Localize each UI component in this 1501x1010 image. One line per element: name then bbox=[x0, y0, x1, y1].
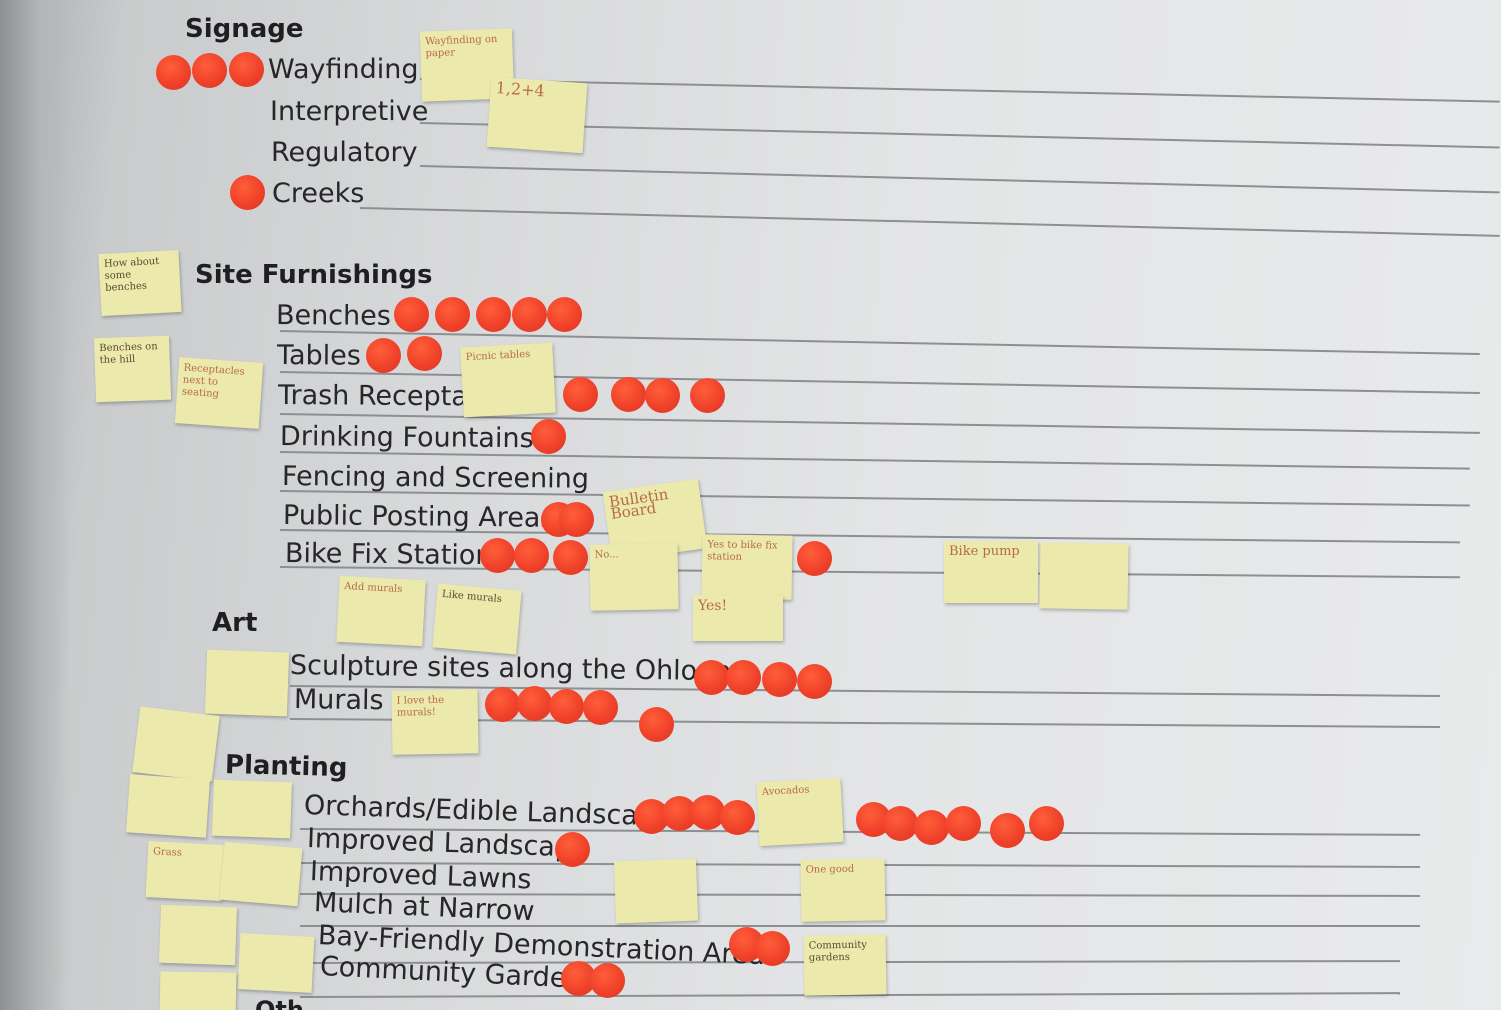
sticky-note bbox=[219, 841, 303, 907]
sticky-note: Bike pump bbox=[944, 541, 1038, 603]
sticky-note bbox=[126, 774, 210, 838]
photo-stage: Signage Wayfinding Interpretive Regulato… bbox=[0, 0, 1501, 1010]
vote-dot bbox=[555, 832, 590, 867]
item-label: Creeks bbox=[272, 178, 365, 209]
sticky-note: I love the murals! bbox=[391, 689, 479, 755]
vote-dot bbox=[720, 800, 755, 835]
item-label: Tables bbox=[276, 340, 361, 372]
section-heading: Site Furnishings bbox=[195, 260, 433, 290]
item-label: Murals bbox=[293, 684, 384, 717]
item-label: Benches bbox=[275, 300, 391, 332]
vote-dot bbox=[476, 297, 511, 332]
item-label: Trash Receptac bbox=[277, 380, 483, 413]
vote-dot bbox=[549, 689, 584, 724]
item-label: Regulatory bbox=[271, 137, 418, 168]
sticky-note bbox=[1039, 542, 1129, 610]
sticky-note bbox=[159, 904, 237, 966]
vote-dot bbox=[590, 963, 625, 998]
item-label: Bike Fix Station bbox=[284, 538, 493, 572]
sticky-note: Yes! bbox=[693, 595, 783, 641]
sticky-note: Avocados bbox=[756, 777, 844, 847]
vote-dot bbox=[639, 707, 674, 742]
sticky-note: 1,2+4 bbox=[486, 76, 588, 154]
vote-dot bbox=[230, 175, 265, 210]
sticky-note bbox=[237, 933, 315, 993]
vote-dot bbox=[990, 813, 1025, 848]
vote-dot bbox=[514, 538, 549, 573]
vote-dot bbox=[192, 53, 227, 88]
vote-dot bbox=[883, 806, 918, 841]
vote-dot bbox=[547, 297, 582, 332]
poster-edge-shadow bbox=[0, 0, 70, 1010]
sticky-note: No... bbox=[589, 543, 679, 611]
item-label: Drinking Fountains bbox=[279, 421, 534, 455]
vote-dot bbox=[946, 806, 981, 841]
sticky-note bbox=[212, 779, 292, 839]
vote-dot bbox=[156, 55, 191, 90]
vote-dot bbox=[480, 538, 515, 573]
section-heading: Signage bbox=[185, 14, 304, 44]
vote-dot bbox=[797, 541, 832, 576]
item-label: Sculpture sites along the Ohlone bbox=[289, 650, 732, 688]
sticky-note: Yes to bike fix station bbox=[701, 534, 793, 600]
vote-dot bbox=[512, 297, 547, 332]
sticky-note: Receptacles next to seating bbox=[174, 357, 264, 429]
vote-dot bbox=[694, 660, 729, 695]
vote-dot bbox=[914, 810, 949, 845]
section-heading: Planting bbox=[224, 750, 348, 784]
section-heading: Art bbox=[212, 608, 258, 638]
sticky-note bbox=[132, 706, 220, 782]
sticky-note: Picnic tables bbox=[460, 342, 556, 418]
vote-dot bbox=[611, 377, 646, 412]
sticky-note: One good bbox=[800, 858, 886, 922]
item-label: Wayfinding bbox=[268, 54, 419, 85]
vote-dot bbox=[690, 378, 725, 413]
vote-dot bbox=[531, 419, 566, 454]
vote-dot bbox=[553, 540, 588, 575]
sticky-note: Add murals bbox=[336, 575, 426, 647]
sticky-note: Benches on the hill bbox=[93, 335, 172, 403]
cut-off-heading: Oth bbox=[255, 996, 304, 1010]
vote-dot bbox=[583, 690, 618, 725]
vote-dot bbox=[1029, 806, 1064, 841]
vote-dot bbox=[485, 687, 520, 722]
sticky-note: Like murals bbox=[432, 583, 522, 655]
item-label: Interpretive bbox=[270, 96, 429, 127]
vote-dot bbox=[229, 52, 264, 87]
vote-dot bbox=[645, 378, 680, 413]
vote-dot bbox=[726, 660, 761, 695]
sticky-note bbox=[159, 971, 237, 1010]
vote-dot bbox=[762, 662, 797, 697]
sticky-note: How about some benches bbox=[98, 249, 182, 317]
sticky-note: Grass bbox=[145, 841, 225, 901]
sticky-note bbox=[204, 649, 290, 717]
vote-dot bbox=[755, 931, 790, 966]
vote-dot bbox=[517, 686, 552, 721]
vote-dot bbox=[394, 297, 429, 332]
item-label: Fencing and Screening bbox=[281, 461, 590, 495]
vote-dot bbox=[435, 297, 470, 332]
vote-dot bbox=[407, 336, 442, 371]
item-label: Public Posting Areas bbox=[282, 500, 555, 534]
vote-dot bbox=[559, 502, 594, 537]
sticky-note: Community gardens bbox=[803, 934, 887, 996]
sticky-note bbox=[613, 858, 699, 924]
vote-dot bbox=[366, 338, 401, 373]
vote-dot bbox=[797, 664, 832, 699]
vote-dot bbox=[563, 377, 598, 412]
